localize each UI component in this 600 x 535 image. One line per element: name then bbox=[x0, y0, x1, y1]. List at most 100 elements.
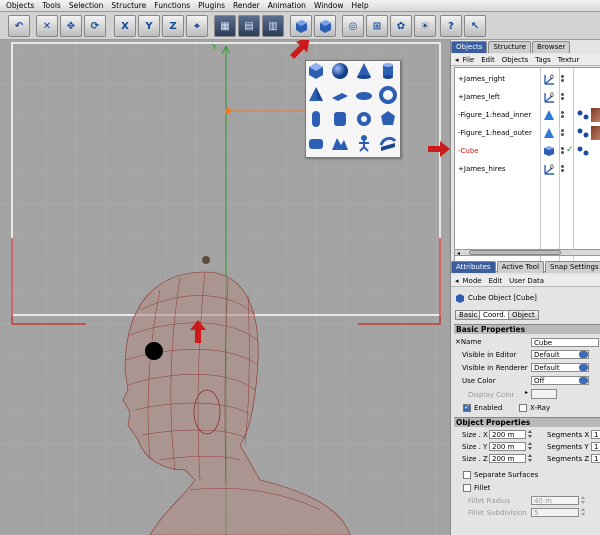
attr-menu-user-data[interactable]: User Data bbox=[509, 277, 544, 285]
attr-menu-mode[interactable]: Mode bbox=[463, 277, 482, 285]
size-y-stepper[interactable] bbox=[528, 442, 533, 450]
segments-y-field[interactable]: 1 bbox=[591, 442, 600, 451]
texture-tag-icon[interactable] bbox=[591, 126, 600, 140]
coordinate-system-icon[interactable]: ⌖ bbox=[186, 15, 208, 37]
size-y-field[interactable]: 200 m bbox=[489, 442, 526, 451]
palette-capsule-button[interactable] bbox=[306, 109, 330, 133]
palette-disc-button[interactable] bbox=[354, 85, 378, 109]
primitive-cube-button-2[interactable] bbox=[314, 15, 336, 37]
attr-menu-edit[interactable]: Edit bbox=[489, 277, 503, 285]
light-icon[interactable]: ☀ bbox=[414, 15, 436, 37]
palette-relief-button[interactable] bbox=[354, 133, 378, 157]
xray-checkbox[interactable] bbox=[519, 404, 527, 412]
menu-plugins[interactable]: Plugins bbox=[198, 1, 225, 10]
nurbs-icon[interactable]: ◎ bbox=[342, 15, 364, 37]
object-row-cube[interactable]: -Cube ✓ bbox=[455, 142, 600, 160]
tab-structure[interactable]: Structure bbox=[488, 41, 532, 53]
expand-arrow-icon[interactable]: ▸ bbox=[525, 389, 528, 396]
menu-tools[interactable]: Tools bbox=[42, 1, 60, 10]
menu-window[interactable]: Window bbox=[314, 1, 344, 10]
object-row-james-hires[interactable]: +James_hires 0 bbox=[455, 160, 600, 178]
menu-help[interactable]: Help bbox=[352, 1, 369, 10]
display-color-swatch[interactable] bbox=[531, 389, 557, 399]
palette-tube-button[interactable] bbox=[354, 109, 378, 133]
palette-pyramid-button[interactable] bbox=[306, 85, 330, 109]
texture-tag-icon[interactable] bbox=[591, 108, 600, 122]
tab-attributes[interactable]: Attributes bbox=[451, 261, 496, 273]
menu-objects[interactable]: Objects bbox=[6, 1, 34, 10]
om-menu-file[interactable]: File bbox=[463, 56, 475, 64]
move-icon[interactable]: ✥ bbox=[60, 15, 82, 37]
y-axis-lock-button[interactable]: Y bbox=[138, 15, 160, 37]
visibility-dots[interactable] bbox=[561, 74, 567, 83]
visibility-dots[interactable] bbox=[561, 110, 567, 119]
segments-z-field[interactable]: 1 bbox=[591, 454, 600, 463]
visible-renderer-select[interactable]: Default bbox=[531, 363, 589, 372]
visibility-dots[interactable] bbox=[561, 164, 567, 173]
scroll-left-icon[interactable]: ◂ bbox=[457, 250, 460, 257]
tab-objects[interactable]: Objects bbox=[451, 41, 488, 53]
om-menu-edit[interactable]: Edit bbox=[481, 56, 495, 64]
attr-menu-icon[interactable]: ◂ bbox=[455, 277, 459, 285]
deformer-icon[interactable]: ⊞ bbox=[366, 15, 388, 37]
visibility-dots[interactable] bbox=[561, 128, 567, 137]
pointer-icon[interactable]: ↖ bbox=[464, 15, 486, 37]
palette-sphere-button[interactable] bbox=[330, 61, 354, 85]
primitive-cube-button[interactable] bbox=[290, 15, 312, 37]
hscroll-thumb[interactable] bbox=[469, 250, 561, 255]
object-row-james-left[interactable]: +James_left 0 bbox=[455, 88, 600, 106]
palette-cone-button[interactable] bbox=[354, 61, 378, 85]
menu-functions[interactable]: Functions bbox=[154, 1, 190, 10]
size-x-field[interactable]: 200 m bbox=[489, 430, 526, 439]
scene-icon[interactable]: ✿ bbox=[390, 15, 412, 37]
size-x-stepper[interactable] bbox=[528, 430, 533, 438]
name-field[interactable]: Cube bbox=[531, 338, 599, 347]
size-z-stepper[interactable] bbox=[528, 454, 533, 462]
palette-plane-button[interactable] bbox=[330, 85, 354, 109]
visibility-dots[interactable] bbox=[561, 92, 567, 101]
fillet-radius-stepper[interactable] bbox=[581, 496, 586, 504]
tab-snap-settings[interactable]: Snap Settings bbox=[545, 261, 600, 273]
menu-selection[interactable]: Selection bbox=[69, 1, 104, 10]
fillet-subdivision-field[interactable]: 5 bbox=[531, 508, 579, 517]
fillet-radius-field[interactable]: 40 m bbox=[531, 496, 579, 505]
use-color-select[interactable]: Off bbox=[531, 376, 589, 385]
palette-cylinder-button[interactable] bbox=[378, 61, 402, 85]
tab-browser[interactable]: Browser bbox=[532, 41, 571, 53]
om-menu-texture[interactable]: Textur bbox=[558, 56, 579, 64]
enabled-check-icon[interactable]: ✓ bbox=[566, 145, 574, 155]
fillet-subdivision-stepper[interactable] bbox=[581, 508, 586, 516]
enabled-checkbox[interactable] bbox=[463, 403, 471, 412]
render-region-icon[interactable]: ▤ bbox=[238, 15, 260, 37]
object-row-head-inner[interactable]: -Figure_1:head_inner bbox=[455, 106, 600, 124]
live-select-icon[interactable]: ✕ bbox=[36, 15, 58, 37]
menu-structure[interactable]: Structure bbox=[111, 1, 146, 10]
help-pointer-icon[interactable]: ? bbox=[440, 15, 462, 37]
x-axis-lock-button[interactable]: X bbox=[114, 15, 136, 37]
palette-landscape-button[interactable] bbox=[330, 133, 354, 157]
menu-render[interactable]: Render bbox=[233, 1, 260, 10]
separate-surfaces-checkbox[interactable] bbox=[463, 471, 471, 479]
visible-editor-select[interactable]: Default bbox=[531, 350, 589, 359]
palette-platonic-button[interactable] bbox=[378, 109, 402, 133]
z-axis-lock-button[interactable]: Z bbox=[162, 15, 184, 37]
fillet-checkbox[interactable] bbox=[463, 484, 471, 492]
editor-viewport[interactable]: Y bbox=[0, 40, 450, 535]
palette-bezier-button[interactable] bbox=[378, 133, 402, 157]
om-menu-objects[interactable]: Objects bbox=[502, 56, 528, 64]
object-row-head-outer[interactable]: -Figure_1:head_outer bbox=[455, 124, 600, 142]
render-settings-icon[interactable]: ▥ bbox=[262, 15, 284, 37]
render-view-icon[interactable]: ▦ bbox=[214, 15, 236, 37]
undo-icon[interactable]: ↶ bbox=[8, 15, 30, 37]
palette-oil-tank-button[interactable] bbox=[330, 109, 354, 133]
subtab-basic[interactable]: Basic bbox=[455, 310, 482, 320]
size-z-field[interactable]: 200 m bbox=[489, 454, 526, 463]
object-row-james-right[interactable]: +James_right 0 bbox=[455, 70, 600, 88]
tab-active-tool[interactable]: Active Tool bbox=[496, 261, 545, 273]
om-menu-icon[interactable]: ◂ bbox=[455, 56, 459, 64]
om-menu-tags[interactable]: Tags bbox=[535, 56, 551, 64]
subtab-object[interactable]: Object bbox=[508, 310, 539, 320]
subtab-coord[interactable]: Coord. bbox=[479, 310, 510, 320]
palette-torus-button[interactable] bbox=[378, 85, 402, 109]
menu-animation[interactable]: Animation bbox=[268, 1, 306, 10]
